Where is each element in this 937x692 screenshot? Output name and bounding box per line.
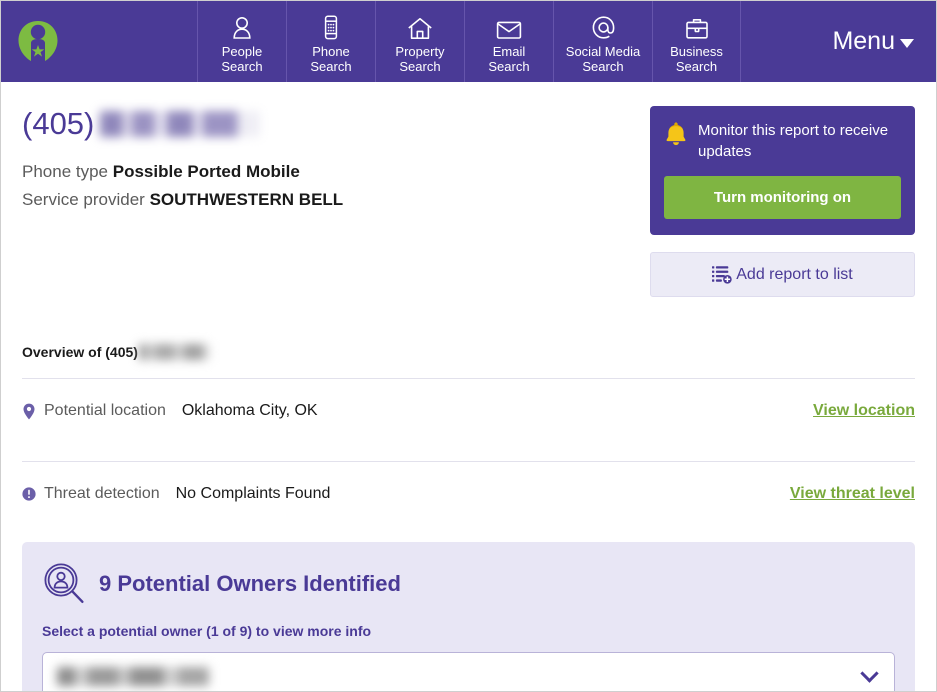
page-root: People Search Phone Search Property Sear… — [0, 0, 937, 692]
nav-item-label: Property Search — [395, 43, 445, 74]
nav-people-search[interactable]: People Search — [197, 1, 286, 82]
potential-owners-title: 9 Potential Owners Identified — [99, 571, 401, 596]
hero-right: Monitor this report to receive updates T… — [650, 104, 915, 297]
potential-owners-header: 9 Potential Owners Identified — [42, 562, 895, 606]
mobile-phone-icon — [323, 14, 339, 40]
service-provider-value: SOUTHWESTERN BELL — [149, 190, 344, 209]
bell-icon — [664, 121, 688, 151]
overview-row-threat-left: Threat detection No Complaints Found — [22, 485, 330, 503]
house-icon — [407, 14, 433, 40]
view-location-link[interactable]: View location — [813, 402, 915, 420]
nav-business-search[interactable]: Business Search — [652, 1, 741, 82]
turn-monitoring-on-button[interactable]: Turn monitoring on — [664, 176, 901, 219]
person-icon — [231, 14, 253, 40]
nav-phone-search[interactable]: Phone Search — [286, 1, 375, 82]
monitor-message-row: Monitor this report to receive updates — [664, 120, 901, 162]
service-provider-line: Service provider SOUTHWESTERN BELL — [22, 186, 650, 214]
add-report-to-list-label: Add report to list — [736, 265, 853, 283]
add-report-to-list-button[interactable]: Add report to list — [650, 252, 915, 297]
phone-type-label: Phone type — [22, 162, 109, 181]
overview-number-redacted — [138, 344, 211, 360]
nav-item-label: Business Search — [670, 43, 723, 74]
nav-item-label: Email Search — [488, 43, 530, 74]
overview-heading-text: Overview of (405) — [22, 344, 138, 360]
owner-name-redacted — [57, 666, 209, 686]
overview-heading: Overview of (405) — [22, 344, 915, 360]
info-circle-icon — [22, 487, 36, 501]
person-magnifier-icon — [42, 562, 86, 606]
page-title: (405) — [22, 104, 650, 144]
main-content: (405) Phone type Possible Ported Mobile … — [1, 82, 936, 691]
nav-item-label: Phone Search — [310, 43, 352, 74]
phone-type-value: Possible Ported Mobile — [112, 162, 300, 181]
overview-value: Oklahoma City, OK — [181, 402, 318, 419]
phone-type-line: Phone type Possible Ported Mobile — [22, 158, 650, 186]
service-provider-label: Service provider — [22, 190, 145, 209]
top-navigation-bar: People Search Phone Search Property Sear… — [1, 1, 936, 82]
chevron-down-icon — [860, 663, 879, 683]
menu-label: Menu — [832, 27, 895, 55]
potential-owners-panel: 9 Potential Owners Identified Select a p… — [22, 542, 915, 691]
nav-email-search[interactable]: Email Search — [464, 1, 553, 82]
overview-value: No Complaints Found — [175, 485, 331, 502]
menu-cell: Menu — [741, 1, 936, 82]
phone-area-code: (405) — [22, 106, 95, 141]
monitor-report-card: Monitor this report to receive updates T… — [650, 106, 915, 235]
menu-button[interactable]: Menu — [832, 27, 914, 56]
at-sign-icon — [591, 14, 616, 40]
nav-items: People Search Phone Search Property Sear… — [197, 1, 741, 82]
nav-item-label: Social Media Search — [565, 43, 641, 74]
map-pin-icon — [22, 403, 36, 420]
overview-row-threat: Threat detection No Complaints Found Vie… — [22, 462, 915, 526]
overview-label: Potential location — [44, 402, 166, 419]
overview-row-location-left: Potential location Oklahoma City, OK — [22, 402, 318, 420]
overview-row-location: Potential location Oklahoma City, OK Vie… — [22, 379, 915, 443]
chevron-down-icon — [900, 39, 914, 48]
site-logo[interactable] — [1, 1, 197, 82]
person-star-logo — [15, 19, 61, 65]
nav-item-label: People Search — [221, 43, 263, 74]
list-add-icon — [712, 265, 733, 284]
monitor-message: Monitor this report to receive updates — [698, 122, 889, 160]
potential-owners-subtitle: Select a potential owner (1 of 9) to vie… — [42, 623, 372, 639]
briefcase-icon — [685, 14, 709, 40]
nav-property-search[interactable]: Property Search — [375, 1, 464, 82]
owner-select-dropdown[interactable] — [42, 652, 895, 691]
view-threat-level-link[interactable]: View threat level — [790, 485, 915, 503]
nav-social-media-search[interactable]: Social Media Search — [553, 1, 652, 82]
hero-section: (405) Phone type Possible Ported Mobile … — [22, 82, 915, 297]
phone-number-redacted — [100, 111, 261, 137]
overview-label: Threat detection — [44, 485, 160, 502]
envelope-icon — [496, 14, 522, 40]
hero-left: (405) Phone type Possible Ported Mobile … — [22, 104, 650, 297]
